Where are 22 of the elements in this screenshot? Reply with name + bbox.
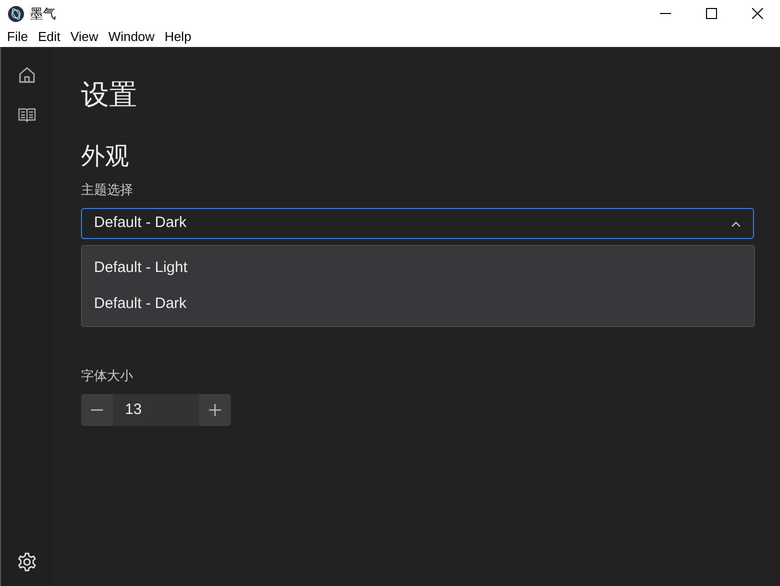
theme-select[interactable]: Default - Dark — [81, 208, 754, 239]
menu-item[interactable]: File — [2, 27, 33, 47]
menu-item[interactable]: Window — [103, 27, 160, 47]
settings-icon[interactable] — [16, 552, 36, 572]
plus-icon — [208, 403, 222, 417]
increment-button[interactable] — [199, 394, 231, 426]
dropdown-option[interactable]: Default - Dark — [82, 286, 754, 322]
close-icon — [752, 8, 762, 19]
window-title: 墨气 — [30, 4, 56, 23]
home-icon[interactable] — [16, 65, 36, 85]
maximize-icon — [706, 8, 716, 19]
section-heading: 外观 — [81, 142, 130, 172]
number-field[interactable]: 13 — [113, 394, 199, 426]
chevron-up-icon — [731, 220, 741, 226]
app-logo-icon — [8, 6, 24, 22]
menu-item[interactable]: View — [65, 27, 104, 47]
menu-item[interactable]: Help — [160, 27, 196, 47]
dropdown-option[interactable]: Default - Light — [82, 250, 754, 286]
field-label: 字体大小 — [81, 367, 134, 385]
page-title: 设置 — [81, 78, 138, 112]
menu-item[interactable]: Edit — [32, 27, 66, 47]
field-label: 主题选择 — [81, 181, 134, 199]
